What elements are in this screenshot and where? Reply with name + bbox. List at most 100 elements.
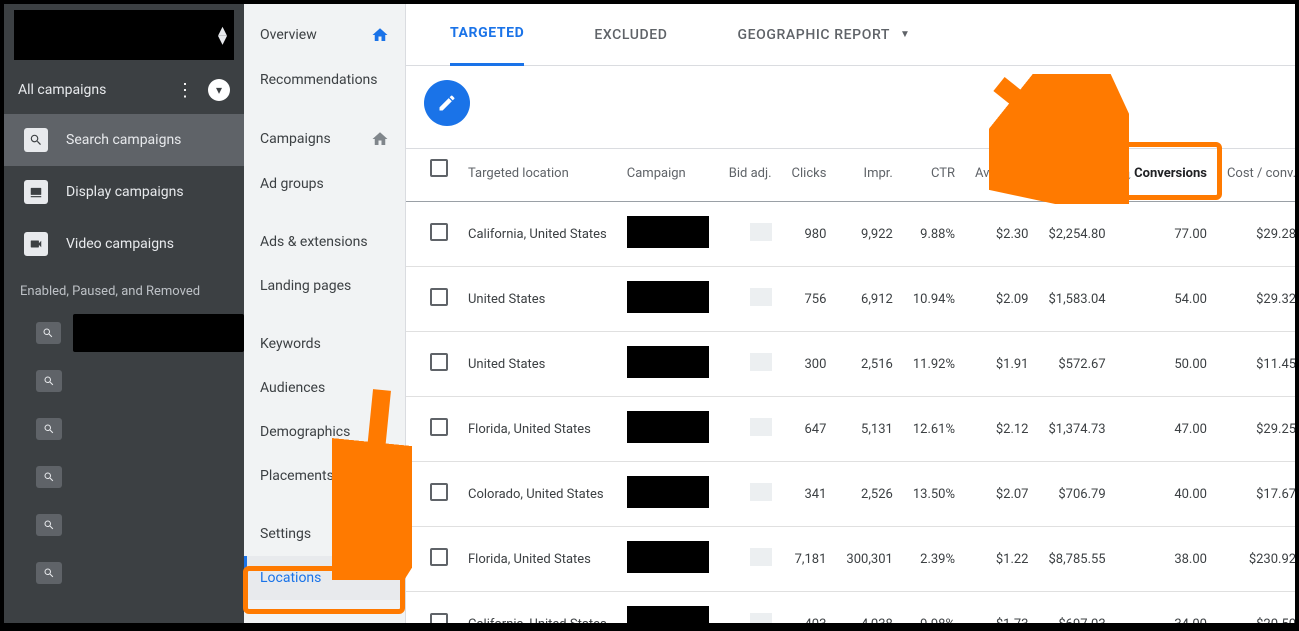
row-checkbox[interactable] [430,353,448,371]
col-cost[interactable]: Cost [1038,149,1115,202]
campaign-item-redacted[interactable] [4,357,244,405]
campaign-type-search[interactable]: Search campaigns [4,114,244,166]
campaign-type-video[interactable]: Video campaigns [4,218,244,270]
nav-label: Overview [260,27,317,43]
campaign-type-label: Video campaigns [66,236,174,252]
nav-recommendations[interactable]: Recommendations [244,58,405,102]
video-icon [24,232,48,256]
nav-settings[interactable]: Settings [244,512,405,556]
cell-costconv: $29.25 [1217,397,1295,462]
cell-bidadj [719,592,782,624]
tab-excluded[interactable]: EXCLUDED [594,4,667,66]
cell-conv: 38.00 [1116,527,1217,592]
cell-costconv: $17.67 [1217,462,1295,527]
select-all-checkbox[interactable] [430,159,448,177]
row-checkbox[interactable] [430,483,448,501]
nav-label: Locations [260,570,321,586]
nav-placements[interactable]: Placements [244,454,405,498]
more-options-icon[interactable]: ⋮ [176,80,194,101]
nav-demographics[interactable]: Demographics [244,410,405,454]
cell-impr: 2,516 [836,332,902,397]
nav-keywords[interactable]: Keywords [244,322,405,366]
col-conversions[interactable]: ↓Conversions [1116,149,1217,202]
cell-campaign [617,397,719,462]
cell-campaign [617,527,719,592]
cell-costconv: $11.45 [1217,332,1295,397]
cell-location: California, United States [458,202,617,267]
cell-ctr: 9.98% [903,592,965,624]
cell-avgcpc: $2.09 [965,267,1038,332]
collapse-chevron-icon[interactable]: ▾ [208,79,230,101]
nav-landing-pages[interactable]: Landing pages [244,264,405,308]
row-checkbox[interactable] [430,613,448,623]
cell-ctr: 11.92% [903,332,965,397]
tab-geo[interactable]: GEOGRAPHIC REPORT▼ [737,4,910,66]
table-row[interactable]: Colorado, United States3412,52613.50%$2.… [406,462,1295,527]
col-clicks[interactable]: Clicks [782,149,837,202]
campaign-item-redacted[interactable] [4,309,244,357]
col-impr[interactable]: Impr. [836,149,902,202]
cell-campaign [617,592,719,624]
table-row[interactable]: United States7566,91210.94%$2.09$1,583.0… [406,267,1295,332]
col-ctr[interactable]: CTR [903,149,965,202]
cell-ctr: 13.50% [903,462,965,527]
tab-targeted[interactable]: TARGETED [450,4,524,66]
row-checkbox[interactable] [430,288,448,306]
expand-collapse-icon: ▴▾ [218,26,227,44]
account-selector[interactable]: ▴▾ [14,10,234,60]
page-nav-sidebar: Overview Recommendations Campaigns Ad group… [244,4,406,623]
nav-ad-groups[interactable]: Ad groups [244,162,405,206]
table-row[interactable]: Florida, United States6475,13112.61%$2.1… [406,397,1295,462]
add-location-button[interactable] [424,80,470,126]
col-location[interactable]: Targeted location [458,149,617,202]
search-icon [36,322,61,344]
campaign-type-display[interactable]: Display campaigns [4,166,244,218]
campaign-item-redacted[interactable] [4,405,244,453]
campaign-item-redacted[interactable] [4,549,244,597]
campaign-item-redacted[interactable] [4,453,244,501]
cell-location: Florida, United States [458,527,617,592]
cell-costconv: $230.92 [1217,527,1295,592]
cell-location: United States [458,267,617,332]
cell-bidadj [719,267,782,332]
nav-label: Demographics [260,424,350,440]
table-row[interactable]: United States3002,51611.92%$1.91$572.675… [406,332,1295,397]
cell-bidadj [719,332,782,397]
cell-avgcpc: $1.73 [965,592,1038,624]
nav-overview[interactable]: Overview [244,12,405,58]
campaign-type-label: Search campaigns [66,132,181,148]
nav-audiences[interactable]: Audiences [244,366,405,410]
nav-label: Audiences [260,380,325,396]
cell-conv: 34.00 [1116,592,1217,624]
row-checkbox[interactable] [430,418,448,436]
row-checkbox[interactable] [430,223,448,241]
nav-campaigns[interactable]: Campaigns [244,116,405,162]
nav-label: Settings [260,526,311,542]
cell-bidadj [719,462,782,527]
home-icon [371,26,389,44]
cell-impr: 9,922 [836,202,902,267]
campaign-item-redacted[interactable] [4,501,244,549]
col-costconv[interactable]: Cost / conv. [1217,149,1295,202]
home-icon [371,130,389,148]
nav-ads-extensions[interactable]: Ads & extensions [244,220,405,264]
cell-ctr: 12.61% [903,397,965,462]
all-campaigns-row[interactable]: All campaigns ⋮ ▾ [4,66,244,114]
locations-table: Targeted location Campaign Bid adj. Clic… [406,149,1295,623]
table-row[interactable]: California, United States4034,0389.98%$1… [406,592,1295,624]
pencil-icon [437,93,457,113]
col-campaign[interactable]: Campaign [617,149,719,202]
col-avgcpc[interactable]: Avg. CPC [965,149,1038,202]
cell-bidadj [719,202,782,267]
nav-label: Campaigns [260,131,331,147]
cell-impr: 4,038 [836,592,902,624]
status-filter-label: Enabled, Paused, and Removed [4,270,244,309]
cell-clicks: 980 [782,202,837,267]
row-checkbox[interactable] [430,548,448,566]
nav-locations[interactable]: Locations [244,556,405,600]
table-row[interactable]: California, United States9809,9229.88%$2… [406,202,1295,267]
search-icon [36,466,62,488]
col-bidadj[interactable]: Bid adj. [719,149,782,202]
table-row[interactable]: Florida, United States7,181300,3012.39%$… [406,527,1295,592]
cell-location: California, United States [458,592,617,624]
